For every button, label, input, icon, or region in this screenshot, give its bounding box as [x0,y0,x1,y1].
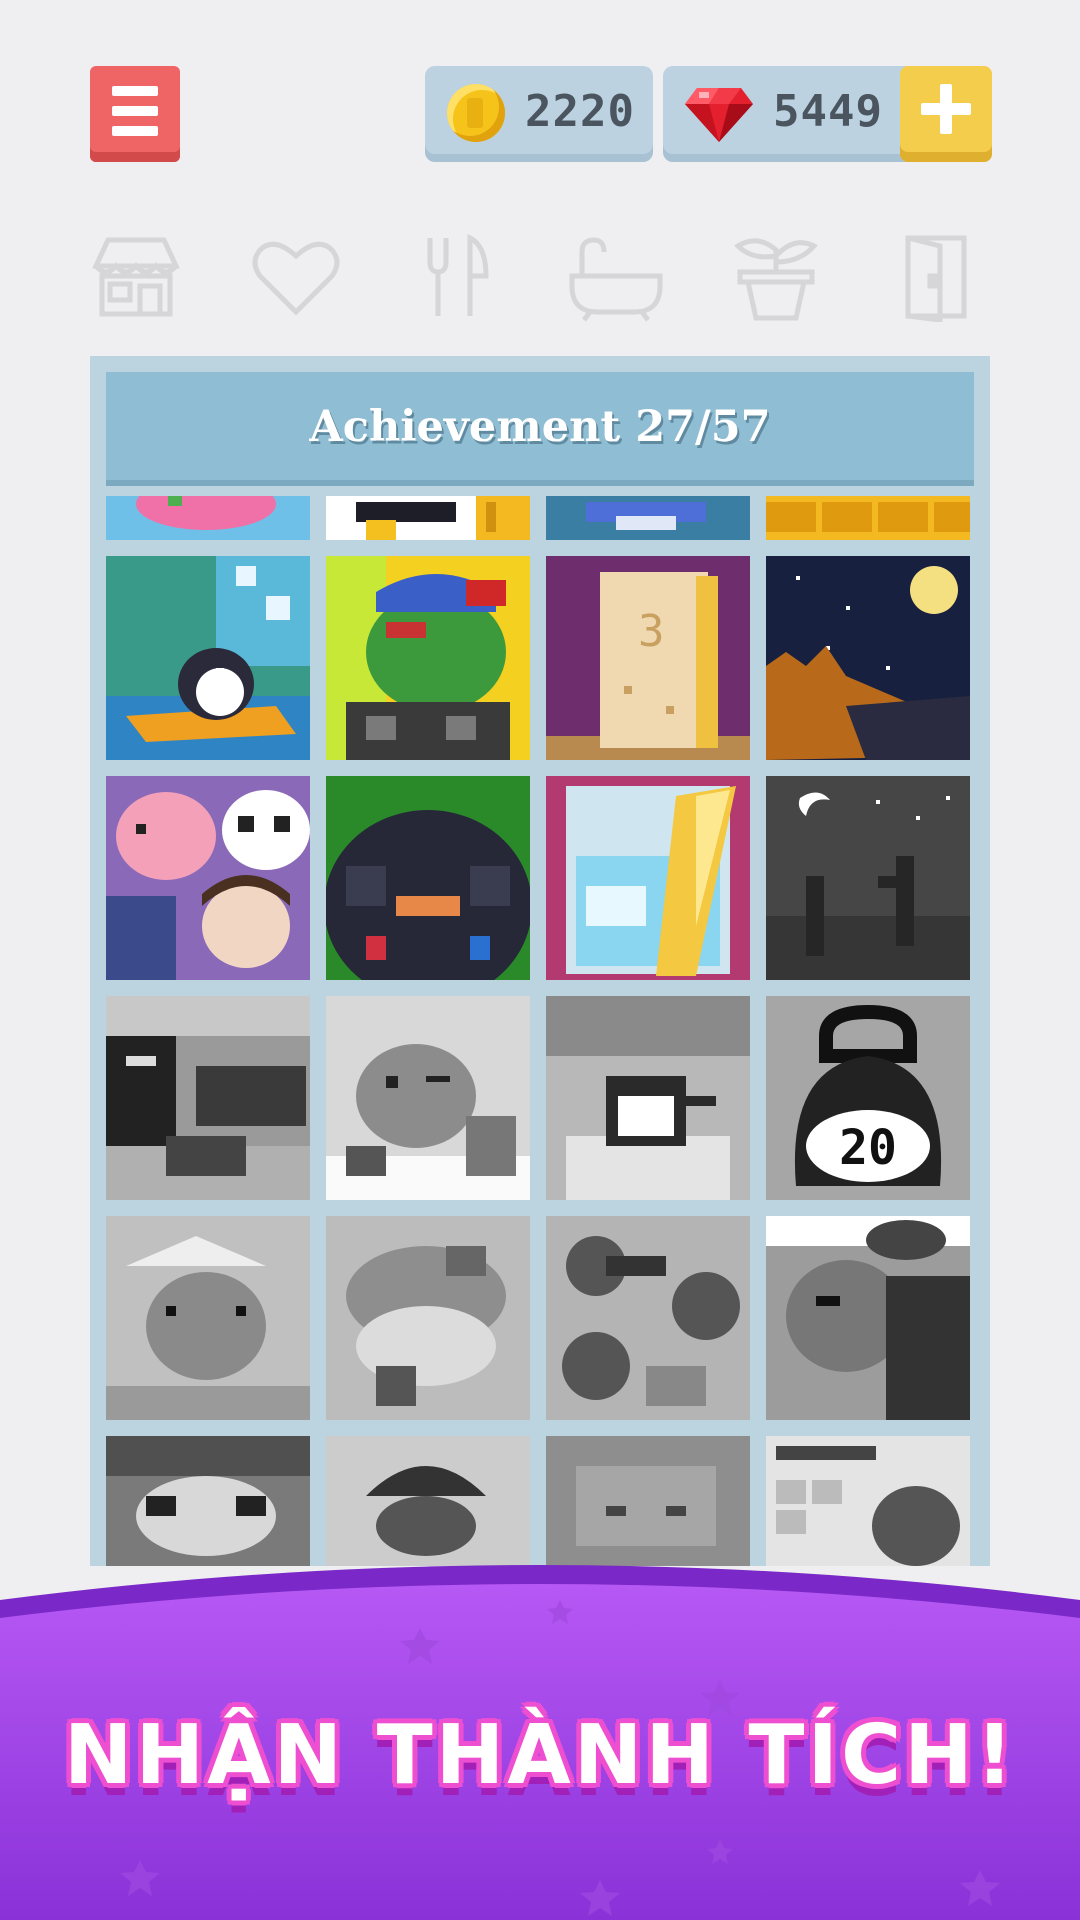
svg-text:3: 3 [638,606,665,657]
achievement-tile-water-jar[interactable] [546,776,750,980]
banner-text: NHẬN THÀNH TÍCH! [63,1708,1017,1803]
plant-pot-icon[interactable] [728,232,824,322]
achievement-tile-locked[interactable] [326,996,530,1200]
coin-icon [447,84,505,142]
achievement-tile[interactable] [766,496,970,540]
achievement-tile[interactable] [326,496,530,540]
add-gems-button[interactable] [900,66,992,162]
achievement-tile-locked[interactable] [326,1216,530,1420]
house-icon[interactable] [88,232,184,322]
achievement-tile-locked[interactable] [106,1216,310,1420]
gem-balance: 5449 [663,66,992,162]
achievement-tile-locked[interactable] [546,996,750,1200]
weight-label: 20 [839,1120,897,1176]
achievement-tile-dark-blob[interactable] [326,776,530,980]
achievement-tile-door[interactable]: 3 [546,556,750,760]
achievement-tile-cat-night[interactable] [766,556,970,760]
achievement-tile-locked[interactable] [546,1216,750,1420]
gem-icon [685,88,753,142]
achievement-panel: Achievement 27/57 3 20 [90,356,990,1566]
achievement-tile-locked-weight[interactable]: 20 [766,996,970,1200]
heart-icon[interactable] [248,232,344,322]
achievement-header: Achievement 27/57 [106,372,974,486]
achievement-tile[interactable] [546,496,750,540]
achievement-tile-locked[interactable] [106,996,310,1200]
achievement-tile-penguin-surf[interactable] [106,556,310,760]
door-icon[interactable] [888,232,984,323]
coin-count: 2220 [525,86,635,137]
utensils-icon[interactable] [408,232,504,322]
achievement-tile-zombie[interactable] [326,556,530,760]
menu-button[interactable] [90,66,180,162]
achievement-tile-friends[interactable] [106,776,310,980]
achievement-title: Achievement 27/57 [309,402,771,452]
achievement-tile-night-cactus[interactable] [766,776,970,980]
achievement-tile-locked[interactable] [766,1216,970,1420]
gem-count: 5449 [773,86,883,137]
bathtub-icon[interactable] [568,232,664,322]
promo-banner: NHẬN THÀNH TÍCH! [0,1540,1080,1920]
coin-balance: 2220 [425,66,653,162]
achievement-tile[interactable] [106,496,310,540]
